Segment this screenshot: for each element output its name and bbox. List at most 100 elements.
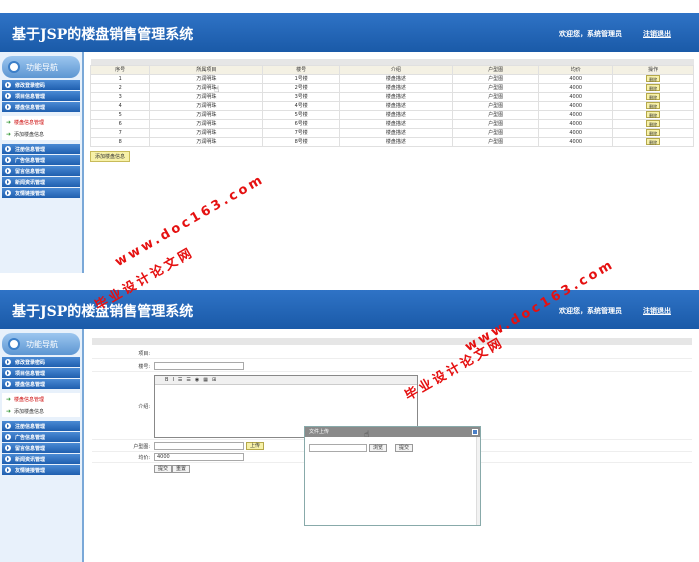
sidebar-item-links[interactable]: 友情链接管理 [2, 465, 80, 475]
submenu-building-add[interactable]: ➜ 添加楼盘信息 [2, 128, 80, 140]
form-header-bar [92, 338, 692, 345]
sidebar-item-buildings[interactable]: 楼盘信息管理 [2, 102, 80, 112]
sidebar-item-password[interactable]: 修改登录密码 [2, 80, 80, 90]
arrow-circle-icon [5, 381, 11, 387]
table-cell[interactable]: 户型图 [452, 109, 540, 120]
sidebar-item-ads[interactable]: 广告信息管理 [2, 155, 80, 165]
sidebar-item-label: 注册信息管理 [15, 423, 46, 430]
table-cell: 万润明珠 [149, 73, 264, 84]
browse-button[interactable]: 浏览 [369, 444, 388, 452]
building-input[interactable] [154, 362, 244, 370]
sidebar-item-projects[interactable]: 项目信息管理 [2, 91, 80, 101]
column-header: 序号 [89, 64, 151, 75]
table-cell[interactable]: 户型图 [452, 100, 540, 111]
sidebar-item-messages[interactable]: 留言信息管理 [2, 166, 80, 176]
sidebar-item-label: 楼盘信息管理 [15, 104, 46, 111]
arrow-right-icon: ➜ [6, 395, 12, 403]
sidebar-item-news[interactable]: 新闻资讯管理 [2, 177, 80, 187]
table-cell[interactable]: 户型图 [452, 73, 540, 84]
submenu-building-add[interactable]: ➜ 添加楼盘信息 [2, 405, 80, 417]
sidebar-item-label: 留言信息管理 [15, 445, 46, 452]
logout-link[interactable]: 注销退出 [643, 306, 671, 316]
arrow-circle-icon [5, 423, 11, 429]
delete-button[interactable]: 删除 [646, 83, 661, 91]
delete-button[interactable]: 删除 [646, 137, 661, 145]
editor-toolbar: B I ☰ ☰ ◉ ▦ ⊞ [155, 376, 417, 385]
table-cell: 2 [89, 82, 151, 93]
sidebar-item-label: 修改登录密码 [15, 359, 46, 366]
column-header: 楼号 [262, 64, 340, 75]
sidebar-item-registration[interactable]: 注册信息管理 [2, 421, 80, 431]
table-cell[interactable]: 户型图 [452, 127, 540, 138]
upload-button[interactable]: 上传 [246, 442, 265, 450]
editor-tool-button[interactable]: ☰ [178, 377, 182, 383]
submenu-building-manage[interactable]: ➜ 楼盘信息管理 [2, 116, 80, 128]
sidebar-item-ads[interactable]: 广告信息管理 [2, 432, 80, 442]
table-cell: 4 [89, 100, 151, 111]
delete-button[interactable]: 删除 [646, 110, 661, 118]
floorplan-input[interactable] [154, 442, 244, 450]
app-header: 基于JSP的楼盘销售管理系统 欢迎您，系统管理员 注销退出 [0, 13, 699, 52]
price-label: 均价: [138, 455, 150, 461]
table-header: 序号 所属项目 楼号 介绍 户型图 均价 操作 [89, 64, 694, 75]
table-cell[interactable]: 户型图 [452, 118, 540, 129]
hand-cursor-icon: ☝ [364, 430, 370, 440]
sidebar-item-registration[interactable]: 注册信息管理 [2, 144, 80, 154]
sidebar-item-password[interactable]: 修改登录密码 [2, 357, 80, 367]
submenu-building-manage[interactable]: ➜ 楼盘信息管理 [2, 393, 80, 405]
sidebar-item-label: 楼盘信息管理 [15, 381, 46, 388]
dialog-submit-button[interactable]: 提交 [395, 444, 414, 452]
table-cell: 3 [89, 91, 151, 102]
building-table: 序号 所属项目 楼号 介绍 户型图 均价 操作 1 万润明珠 1号楼 楼盘描述 户型图 4000 删除 2… [89, 59, 694, 147]
arrow-circle-icon [5, 104, 11, 110]
hand-cursor-icon: ☝ [214, 85, 220, 95]
sidebar-item-messages[interactable]: 留言信息管理 [2, 443, 80, 453]
column-header: 户型图 [452, 64, 540, 75]
sidebar-item-label: 广告信息管理 [15, 434, 46, 441]
nav-title-label: 功能导航 [26, 62, 58, 72]
sidebar-item-buildings[interactable]: 楼盘信息管理 [2, 379, 80, 389]
table-cell: 楼盘描述 [338, 127, 454, 138]
table-cell[interactable]: 户型图 [452, 136, 540, 147]
table-row: 2 万润明珠 2号楼 楼盘描述 户型图 4000 删除 [89, 82, 694, 93]
delete-button[interactable]: 删除 [646, 74, 661, 82]
editor-tool-button[interactable]: I [172, 377, 173, 383]
table-cell: 万润明珠 [149, 109, 264, 120]
table-cell[interactable]: 户型图 [452, 91, 540, 102]
table-cell: 万润明珠 [149, 82, 264, 93]
arrow-circle-icon [5, 445, 11, 451]
delete-button[interactable]: 删除 [646, 128, 661, 136]
editor-tool-button[interactable]: ◉ [195, 377, 199, 383]
price-input[interactable]: 4000 [154, 453, 244, 461]
close-icon[interactable] [472, 429, 478, 435]
delete-button[interactable]: 删除 [646, 119, 661, 127]
dialog-scrollbar[interactable] [476, 437, 480, 525]
sidebar-item-projects[interactable]: 项目信息管理 [2, 368, 80, 378]
sidebar-item-news[interactable]: 新闻资讯管理 [2, 454, 80, 464]
add-building-button[interactable]: 添加楼盘信息 [90, 150, 131, 162]
table-cell: 3号楼 [262, 91, 340, 102]
sidebar-item-links[interactable]: 友情链接管理 [2, 188, 80, 198]
file-path-input[interactable] [309, 444, 367, 452]
editor-tool-button[interactable]: B [165, 377, 168, 383]
nav-title-label: 功能导航 [26, 339, 58, 349]
table-cell: 万润明珠 [149, 118, 264, 129]
editor-tool-button[interactable]: ⊞ [212, 377, 216, 383]
arrow-right-icon: ➜ [6, 130, 12, 138]
logout-link[interactable]: 注销退出 [643, 29, 671, 39]
building-label: 楼号: [138, 364, 150, 370]
arrow-circle-icon [5, 434, 11, 440]
editor-tool-button[interactable]: ▦ [203, 377, 208, 383]
arrow-circle-icon [5, 456, 11, 462]
table-cell: 万润明珠 [149, 127, 264, 138]
delete-button[interactable]: 删除 [646, 101, 661, 109]
reset-button[interactable]: 重置 [172, 465, 191, 473]
table-cell[interactable]: 户型图 [452, 82, 540, 93]
table-cell: 4000 [538, 109, 614, 120]
editor-tool-button[interactable]: ☰ [186, 377, 190, 383]
submit-button[interactable]: 提交 [154, 465, 173, 473]
table-cell: 4000 [538, 91, 614, 102]
table-cell: 4000 [538, 73, 614, 84]
arrow-circle-icon [5, 179, 11, 185]
delete-button[interactable]: 删除 [646, 92, 661, 100]
